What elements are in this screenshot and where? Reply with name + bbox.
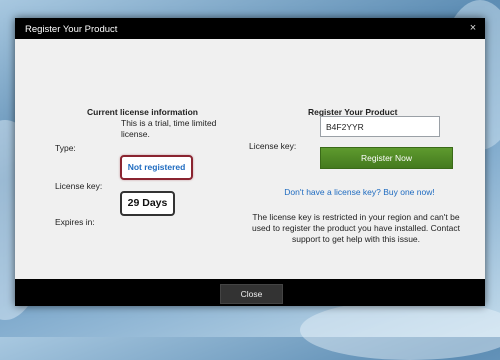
current-license-heading: Current license information	[87, 107, 198, 117]
window-title: Register Your Product	[25, 24, 118, 35]
dialog-content: Current license information Type: This i…	[15, 39, 485, 279]
license-key-input[interactable]	[320, 116, 440, 137]
close-icon[interactable]: ×	[465, 20, 481, 36]
close-button[interactable]: Close	[220, 284, 283, 304]
expires-label: Expires in:	[55, 217, 95, 227]
type-label: Type:	[55, 143, 76, 153]
license-type-value: This is a trial, time limited license.	[121, 118, 217, 139]
license-key-label: License key:	[55, 181, 103, 191]
register-now-button[interactable]: Register Now	[320, 147, 453, 169]
expires-badge: 29 Days	[120, 191, 175, 216]
region-restriction-notice: The license key is restricted in your re…	[252, 212, 460, 244]
buy-license-link[interactable]: Don't have a license key? Buy one now!	[267, 187, 452, 197]
license-status-badge: Not registered	[120, 155, 193, 180]
register-dialog: Register Your Product × Current license …	[15, 18, 485, 306]
title-bar[interactable]: Register Your Product ×	[15, 18, 485, 39]
background-ice-shape	[300, 300, 500, 360]
register-license-key-label: License key:	[249, 141, 297, 151]
dialog-footer: Close	[15, 279, 485, 306]
